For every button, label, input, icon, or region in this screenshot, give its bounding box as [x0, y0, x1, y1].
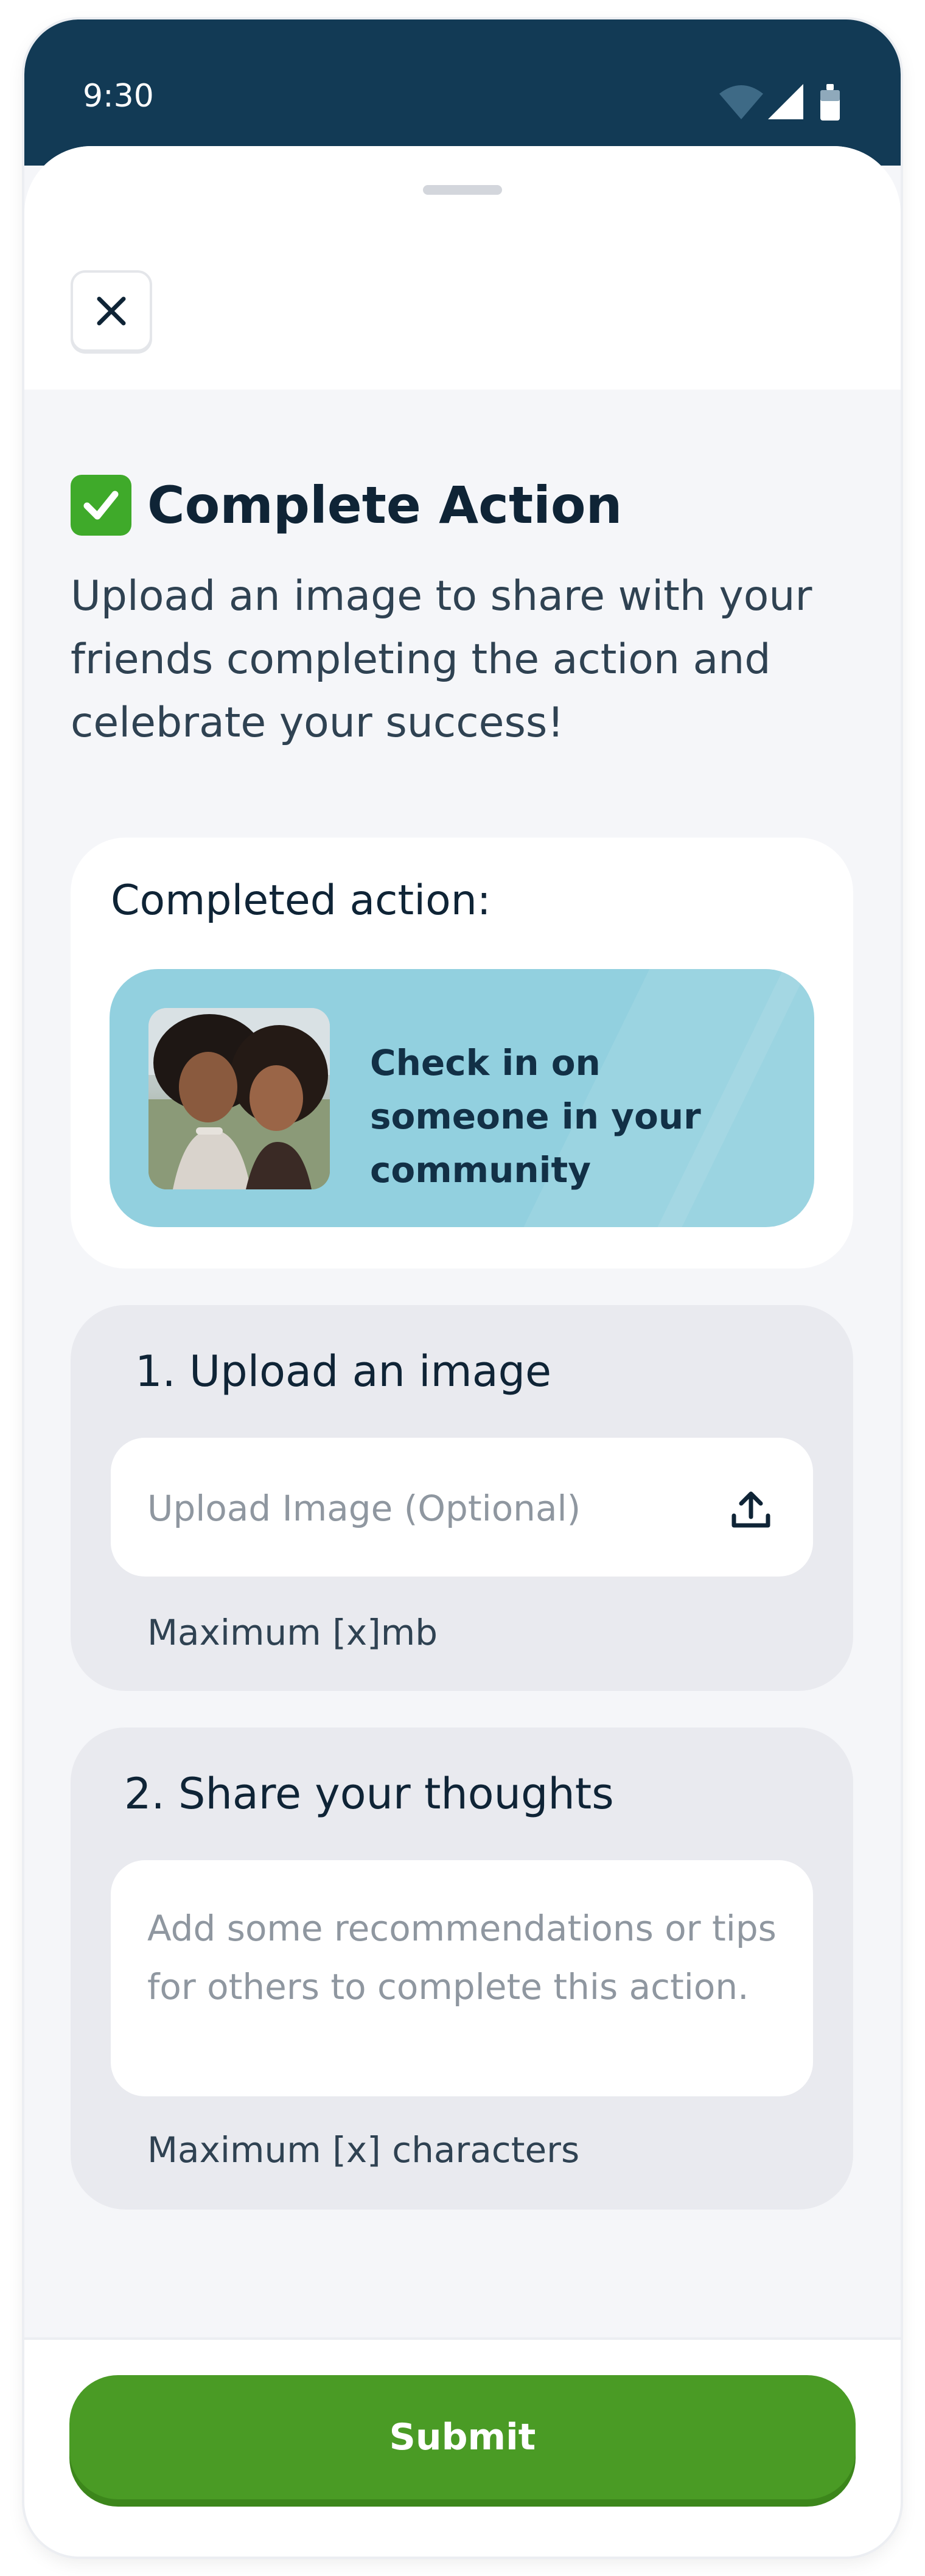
phone-frame: 9:30 Complete Action Upload an image to: [24, 19, 901, 2557]
photo-illustration: [148, 1008, 330, 1189]
share-thoughts-card: 2. Share your thoughts Add some recommen…: [71, 1727, 853, 2210]
drag-handle[interactable]: [423, 185, 502, 195]
upload-icon[interactable]: [727, 1485, 775, 1534]
thoughts-section-title: 2. Share your thoughts: [124, 1769, 614, 1819]
status-icons: [719, 84, 840, 121]
thoughts-length-hint: Maximum [x] characters: [147, 2129, 580, 2171]
action-tile[interactable]: Check in on someone in your community: [110, 969, 814, 1227]
title-row: Complete Action: [71, 469, 622, 542]
signal-icon: [768, 84, 803, 119]
status-time: 9:30: [83, 78, 154, 114]
page-subtitle: Upload an image to share with your frien…: [71, 572, 812, 747]
sheet-header: [24, 146, 901, 390]
completed-action-heading: Completed action:: [111, 877, 491, 925]
close-button[interactable]: [71, 270, 152, 352]
completed-action-card: Completed action: Check in on someone in…: [71, 838, 853, 1269]
status-bar: 9:30: [24, 19, 901, 166]
action-photo: [148, 1008, 330, 1189]
upload-placeholder: Upload Image (Optional): [147, 1488, 581, 1529]
upload-image-field[interactable]: Upload Image (Optional): [111, 1438, 813, 1577]
check-mark-icon: [71, 475, 131, 536]
submit-button[interactable]: Submit: [69, 2375, 856, 2499]
upload-image-card: 1. Upload an image Upload Image (Optiona…: [71, 1305, 853, 1691]
upload-size-hint: Maximum [x]mb: [147, 1612, 438, 1653]
upload-section-title: 1. Upload an image: [135, 1346, 552, 1396]
wifi-icon: [719, 85, 763, 119]
close-icon: [97, 296, 126, 326]
thoughts-placeholder: Add some recommendations or tips for oth…: [147, 1908, 777, 2007]
footer-bar: Submit: [24, 2337, 901, 2557]
page-title: Complete Action: [147, 475, 623, 535]
action-title: Check in on someone in your community: [370, 1042, 701, 1191]
bottom-sheet: Complete Action Upload an image to share…: [24, 146, 901, 2557]
thoughts-textarea[interactable]: Add some recommendations or tips for oth…: [111, 1860, 813, 2096]
